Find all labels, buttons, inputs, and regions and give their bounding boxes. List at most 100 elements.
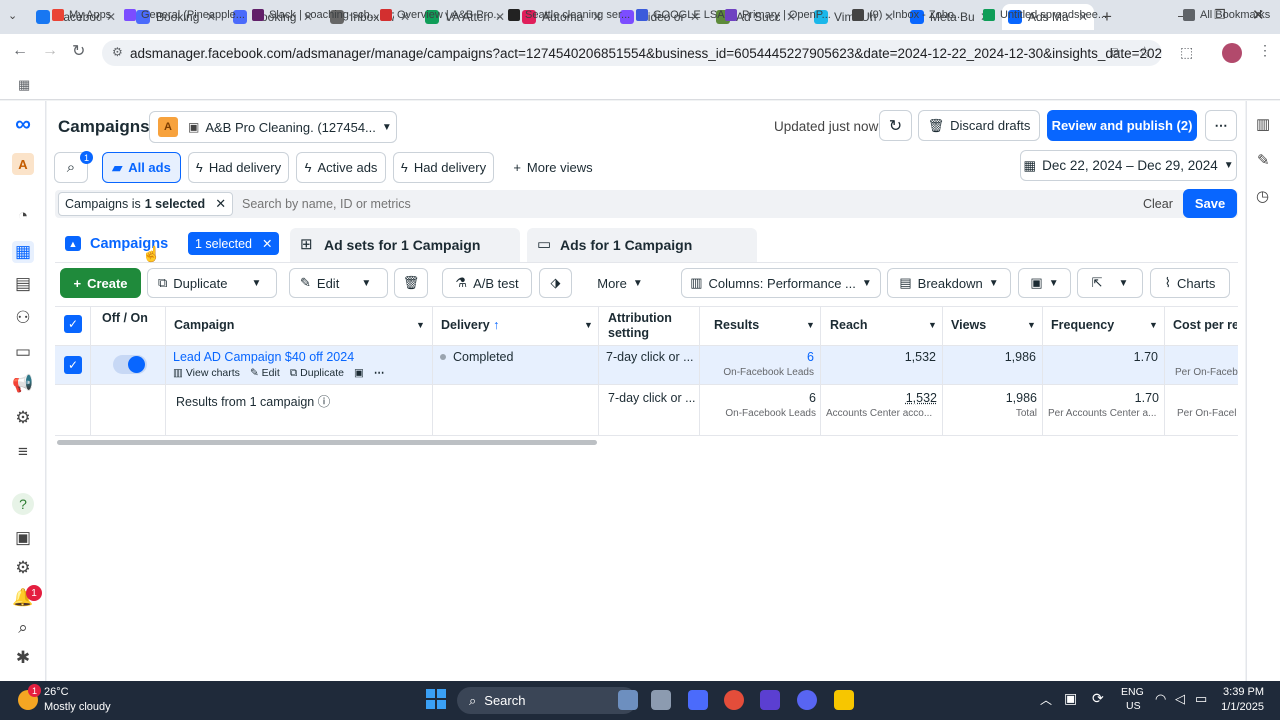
chevron-down-icon[interactable]: ▼ — [1027, 320, 1036, 330]
chevron-down-icon[interactable]: ▼ — [361, 278, 371, 289]
weather-desc[interactable]: Mostly cloudy — [44, 701, 111, 713]
bookmark-item[interactable]: General (Pineapple... — [124, 6, 245, 24]
refresh-button[interactable]: ↻ — [879, 110, 912, 141]
tray-chevron-icon[interactable]: ︿ — [1040, 691, 1052, 708]
back-icon[interactable]: ← — [12, 42, 28, 60]
col-offon[interactable]: Off / On — [102, 311, 162, 326]
view-active-ads[interactable]: ϟ Active ads — [296, 152, 386, 183]
all-tools-menu-icon[interactable]: ≡ — [12, 441, 34, 463]
account-avatar-icon[interactable]: A — [12, 153, 34, 175]
chevron-down-icon[interactable]: ▼ — [806, 320, 815, 330]
bookmark-item[interactable]: Primary | OpenP... — [725, 6, 831, 24]
history-clock-icon[interactable]: ◷ — [1256, 187, 1269, 205]
columns-dropdown[interactable]: ▥ Columns: Performance ... ▼ — [681, 268, 881, 298]
col-reach[interactable]: Reach — [830, 318, 868, 332]
taskbar-cloud-icon[interactable] — [618, 690, 638, 710]
search-icon[interactable]: ⌕ — [12, 617, 34, 639]
business-settings-icon[interactable]: ⚙ — [12, 407, 34, 429]
bookmark-item[interactable]: Overview | A&B Pro... — [380, 6, 503, 24]
more-views-button[interactable]: + More views — [503, 152, 603, 183]
col-delivery[interactable]: Delivery ↑ — [441, 318, 499, 332]
clock-time[interactable]: 3:39 PM — [1216, 686, 1264, 698]
browser-menu-icon[interactable]: ⋮ — [1258, 42, 1272, 59]
install-app-icon[interactable]: ⧉ — [1110, 44, 1120, 61]
col-campaign[interactable]: Campaign — [174, 318, 234, 332]
more-options-button[interactable]: ⋯ — [1205, 110, 1237, 141]
meta-logo-icon[interactable]: ∞ — [12, 111, 34, 136]
reports-dropdown[interactable]: ▣ ▼ — [1018, 268, 1071, 298]
chart-icon[interactable]: ▥ — [1256, 115, 1270, 133]
col-frequency[interactable]: Frequency — [1051, 318, 1114, 332]
bookmark-item[interactable]: GOOGLE LSA — [636, 6, 725, 24]
forward-icon[interactable]: → — [42, 42, 58, 60]
taskbar-chrome-icon[interactable] — [724, 690, 744, 710]
tray-sync-icon[interactable]: ⟳ — [1092, 690, 1104, 707]
battery-icon[interactable]: ▭ — [1195, 691, 1207, 707]
row-edit-link[interactable]: ✎ Edit — [250, 367, 280, 380]
bookmark-item[interactable]: Untitled spreadshee... — [983, 6, 1107, 24]
volume-icon[interactable]: ◁ — [1175, 691, 1185, 707]
extensions-icon[interactable]: ⬚ — [1180, 44, 1193, 61]
ab-test-button[interactable]: ⚗ A/B test — [442, 268, 532, 298]
tray-app-icon[interactable]: ▣ — [1064, 690, 1077, 707]
taskbar-discord-icon[interactable] — [797, 690, 817, 710]
taskbar-teams-icon[interactable] — [760, 690, 780, 710]
breakdown-dropdown[interactable]: ▤ Breakdown ▼ — [887, 268, 1011, 298]
tab-campaigns[interactable]: ▲ Campaigns 1 selected ✕ — [55, 228, 287, 262]
charts-button[interactable]: ⌇ Charts — [1150, 268, 1230, 298]
more-actions-icon[interactable]: ⋯ — [374, 367, 385, 380]
view-charts-link[interactable]: ▥ View charts — [173, 367, 240, 380]
review-publish-button[interactable]: Review and publish (2) — [1047, 110, 1197, 141]
clock-date[interactable]: 1/1/2025 — [1216, 701, 1264, 713]
profile-avatar[interactable] — [1222, 43, 1242, 63]
export-dropdown[interactable]: ⇱ ▼ — [1077, 268, 1143, 298]
reload-icon[interactable]: ↻ — [72, 41, 85, 61]
taskbar-search[interactable]: ⌕ Search — [457, 687, 637, 714]
close-icon[interactable]: ✕ — [215, 196, 226, 212]
bookmark-item[interactable]: All Bookmarks — [1183, 6, 1270, 24]
tab-search-icon[interactable]: ⌄ — [8, 9, 17, 22]
taskbar-taskview-icon[interactable] — [651, 690, 671, 710]
on-off-toggle[interactable] — [113, 355, 147, 374]
settings-gear-icon[interactable]: ⚙ — [12, 557, 34, 579]
search-input[interactable] — [236, 193, 936, 215]
edit-pencil-icon[interactable]: ✎ — [1257, 151, 1270, 169]
audiences-icon[interactable]: ⚇ — [12, 307, 34, 329]
results-value[interactable]: 6 — [700, 350, 814, 364]
bookmark-item[interactable]: Seattle cleaning ser... — [508, 6, 630, 24]
url-bar[interactable]: ⚙ adsmanager.facebook.com/adsmanager/man… — [102, 40, 1162, 66]
lang-label[interactable]: ENG — [1121, 686, 1144, 698]
bookmark-item[interactable]: (9) - Inbox - Zoho... — [852, 6, 963, 24]
col-attribution[interactable]: Attribution setting — [608, 311, 693, 341]
help-icon[interactable]: ? — [12, 493, 34, 515]
campaign-name-link[interactable]: Lead AD Campaign $40 off 2024 — [173, 350, 354, 364]
campaigns-table-icon[interactable]: ▦ — [12, 241, 34, 263]
account-selector[interactable]: A ▣ A&B Pro Cleaning. (127454... ▼ — [149, 111, 397, 143]
ads-megaphone-icon[interactable]: 📢 — [12, 373, 34, 395]
tab-adsets[interactable]: ⊞ Ad sets for 1 Campaign — [290, 228, 520, 262]
taskbar-sticky-notes-icon[interactable] — [834, 690, 854, 710]
edit-button[interactable]: ✎ Edit ▼ — [289, 268, 388, 298]
chevron-down-icon[interactable]: ▼ — [584, 320, 593, 330]
reports-icon[interactable]: ▤ — [12, 273, 34, 295]
wifi-icon[interactable]: ◠ — [1155, 691, 1166, 707]
create-button[interactable]: + Create — [60, 268, 141, 298]
bookmark-item[interactable]: My Apps — [52, 6, 111, 24]
view-all-ads[interactable]: ▰ All ads — [102, 152, 181, 183]
selected-badge[interactable]: 1 selected ✕ — [188, 232, 280, 255]
image-icon[interactable]: ▣ — [354, 367, 364, 380]
tab-ads[interactable]: ▭ Ads for 1 Campaign — [527, 228, 757, 262]
windows-start-icon[interactable] — [426, 689, 446, 709]
billing-card-icon[interactable]: ▭ — [12, 341, 34, 363]
col-results[interactable]: Results — [714, 318, 759, 332]
more-button[interactable]: More ▼ — [580, 268, 660, 298]
delete-button[interactable]: 🗑 — [394, 268, 428, 298]
close-icon[interactable]: ✕ — [262, 236, 272, 251]
bookmark-item[interactable]: Slack | coaching-sch... — [252, 6, 379, 24]
chevron-down-icon[interactable]: ▼ — [252, 278, 262, 289]
tag-button[interactable]: ⬗ — [539, 268, 572, 298]
taskbar-app-icon[interactable] — [688, 690, 708, 710]
col-views[interactable]: Views — [951, 318, 986, 332]
info-icon[interactable]: ⓘ — [318, 395, 331, 409]
bug-report-icon[interactable]: ✱ — [12, 647, 34, 669]
